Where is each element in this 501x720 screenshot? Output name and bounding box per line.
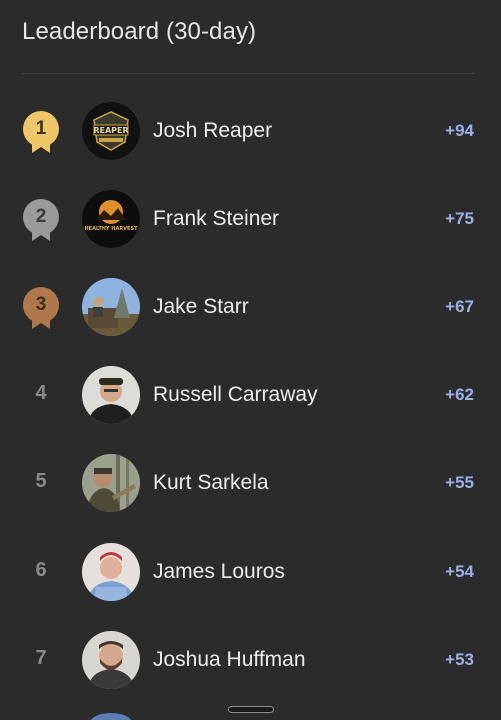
leader-name[interactable]: Frank Steiner	[153, 207, 279, 231]
header-divider	[22, 73, 475, 74]
leader-score: +75	[445, 209, 474, 228]
rank-badge: 4	[21, 374, 61, 418]
leader-score: +67	[445, 297, 474, 316]
rank-number: 5	[35, 470, 47, 492]
leaderboard-title: Leaderboard (30-day)	[22, 18, 257, 45]
leader-score: +53	[445, 650, 474, 669]
leader-score: +62	[445, 385, 474, 404]
rank-badge: 5	[21, 462, 61, 506]
leaderboard-row-3[interactable]: 3 Jake Starr +67	[0, 262, 501, 350]
leaderboard-row-4[interactable]: 4 Russell Carraway +62	[0, 350, 501, 438]
leaderboard-panel: Leaderboard (30-day) 1 REAPER Josh Reape…	[0, 0, 501, 720]
leaderboard-row-2[interactable]: 2 HEALTHY HARVEST Frank Steiner +75	[0, 174, 501, 262]
rank-number: 2	[35, 206, 47, 227]
leader-score: +54	[445, 562, 474, 581]
bronze-medal-icon: 3	[21, 286, 61, 330]
reaper-logo-avatar[interactable]: REAPER	[82, 102, 140, 160]
leader-name[interactable]: Joshua Huffman	[153, 648, 306, 672]
leader-name[interactable]: Kurt Sarkela	[153, 471, 269, 495]
leader-score: +94	[445, 121, 474, 140]
avatar-logo-text: HEALTHY HARVEST	[85, 226, 139, 232]
leader-name[interactable]: Josh Reaper	[153, 119, 272, 143]
outdoor-photo-avatar[interactable]	[82, 278, 140, 336]
leaderboard-row-6[interactable]: 6 James Louros +54	[0, 527, 501, 615]
avatar-logo-text: REAPER	[93, 126, 128, 135]
next-row-avatar-partial	[90, 713, 132, 720]
person-photo-avatar[interactable]	[82, 543, 140, 601]
leaderboard-row-5[interactable]: 5 Kurt Sarkela +55	[0, 438, 501, 526]
healthy-harvest-logo-avatar[interactable]: HEALTHY HARVEST	[82, 190, 140, 248]
rank-number: 7	[35, 647, 47, 669]
leaderboard-row-1[interactable]: 1 REAPER Josh Reaper +94	[0, 86, 501, 174]
leader-name[interactable]: Russell Carraway	[153, 383, 318, 407]
leader-name[interactable]: James Louros	[153, 560, 285, 584]
rank-number: 4	[35, 382, 47, 404]
home-indicator-bar[interactable]	[228, 706, 274, 713]
rank-badge: 7	[21, 639, 61, 683]
leaderboard-row-7[interactable]: 7 Joshua Huffman +53	[0, 615, 501, 703]
rank-badge: 6	[21, 551, 61, 595]
silver-medal-icon: 2	[21, 198, 61, 242]
leader-score: +55	[445, 473, 474, 492]
rank-number: 6	[35, 559, 47, 581]
hunter-photo-avatar[interactable]	[82, 454, 140, 512]
rank-number: 3	[35, 294, 47, 315]
rank-number: 1	[35, 118, 47, 139]
person-photo-avatar[interactable]	[82, 631, 140, 689]
person-photo-avatar[interactable]	[82, 366, 140, 424]
gold-medal-icon: 1	[21, 110, 61, 154]
leader-name[interactable]: Jake Starr	[153, 295, 249, 319]
